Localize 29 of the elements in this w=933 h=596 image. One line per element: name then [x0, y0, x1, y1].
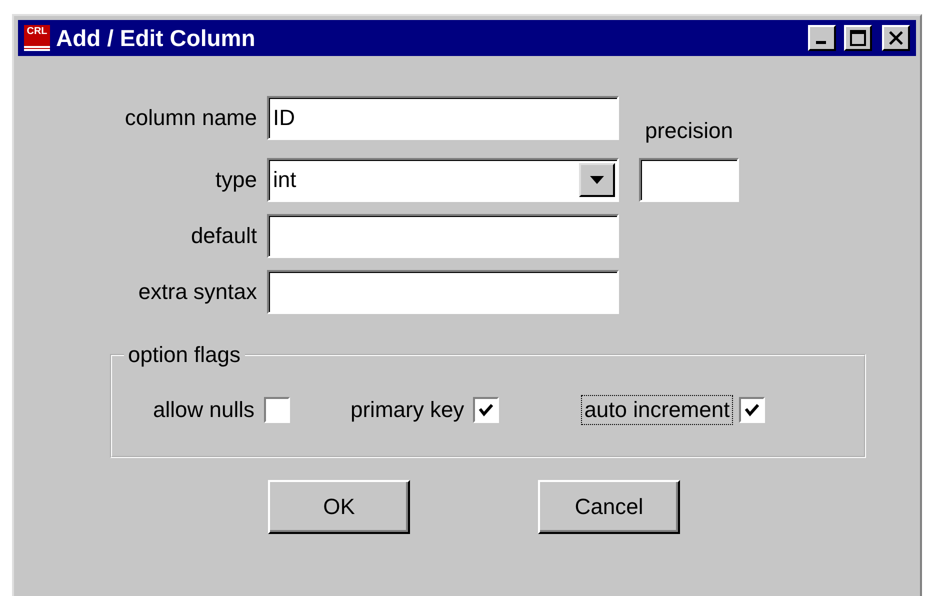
close-button[interactable]	[882, 25, 910, 51]
field-label: column name	[124, 105, 257, 131]
text-field[interactable]	[267, 270, 619, 314]
checkbox[interactable]	[473, 397, 500, 423]
checkbox-label: primary key	[350, 396, 466, 424]
checkmark-icon	[744, 403, 760, 417]
minimize-button[interactable]	[808, 25, 836, 51]
ok-button[interactable]: OK	[268, 480, 410, 534]
cancel-button[interactable]: Cancel	[538, 480, 680, 534]
window-title: Add / Edit Column	[56, 24, 256, 52]
field-label: precision	[644, 118, 734, 144]
checkbox-label: allow nulls	[152, 396, 256, 424]
field-label: extra syntax	[137, 279, 257, 305]
checkmark-icon	[478, 403, 494, 417]
precision-field[interactable]	[639, 158, 739, 202]
maximize-button[interactable]	[844, 25, 872, 51]
field-label: type	[214, 167, 257, 193]
group-title: option flags	[127, 342, 242, 368]
maximize-icon	[850, 30, 866, 46]
minimize-icon	[816, 41, 826, 44]
text-field[interactable]: ID	[267, 96, 619, 140]
checkbox-label: auto increment	[581, 395, 733, 425]
text-field[interactable]	[267, 214, 619, 258]
type-dropdown[interactable]: int	[267, 158, 619, 202]
field-label: default	[190, 223, 257, 249]
app-logo: CRL	[24, 25, 50, 51]
checkbox[interactable]	[264, 397, 290, 423]
checkbox[interactable]	[738, 397, 765, 423]
close-icon	[889, 31, 903, 45]
